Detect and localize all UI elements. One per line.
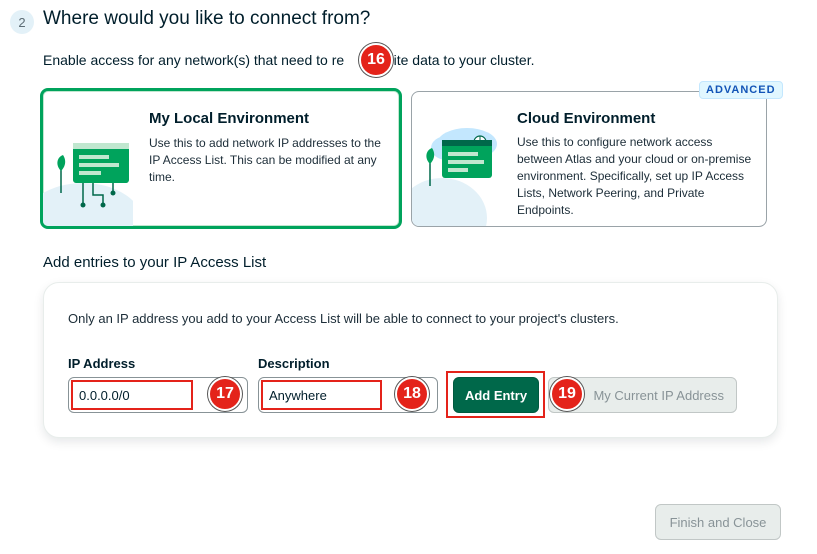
access-list-panel (43, 282, 778, 438)
local-environment-illustration (43, 143, 133, 226)
intro-text: Enable access for any network(s) that ne… (43, 52, 534, 68)
local-environment-card[interactable]: My Local Environment Use this to add net… (40, 88, 402, 229)
step-number-badge: 2 (10, 10, 34, 34)
cloud-environment-illustration (412, 128, 497, 226)
step-marker-16: 16 (359, 43, 393, 77)
local-environment-description: Use this to add network IP addresses to … (149, 136, 381, 184)
step-title: Where would you like to connect from? (43, 8, 371, 29)
cloud-environment-title: Cloud Environment (517, 110, 656, 127)
local-environment-title: My Local Environment (149, 110, 310, 127)
description-highlight (261, 380, 382, 410)
description-label: Description (258, 356, 330, 371)
access-list-note: Only an IP address you add to your Acces… (68, 311, 619, 326)
advanced-badge: ADVANCED (699, 81, 783, 99)
step-marker-19: 19 (550, 377, 584, 411)
step-marker-18: 18 (395, 377, 429, 411)
cloud-environment-card[interactable]: Cloud Environment Use this to configure … (411, 91, 767, 227)
ip-address-highlight (71, 380, 193, 410)
intro-text-before: Enable access for any network(s) that ne… (43, 52, 345, 68)
add-entry-highlight (446, 371, 545, 418)
access-list-section-title: Add entries to your IP Access List (43, 254, 267, 271)
finish-and-close-button[interactable]: Finish and Close (655, 504, 781, 540)
cloud-environment-description: Use this to configure network access bet… (517, 135, 752, 217)
ip-address-label: IP Address (68, 356, 136, 371)
step-marker-17: 17 (208, 377, 242, 411)
